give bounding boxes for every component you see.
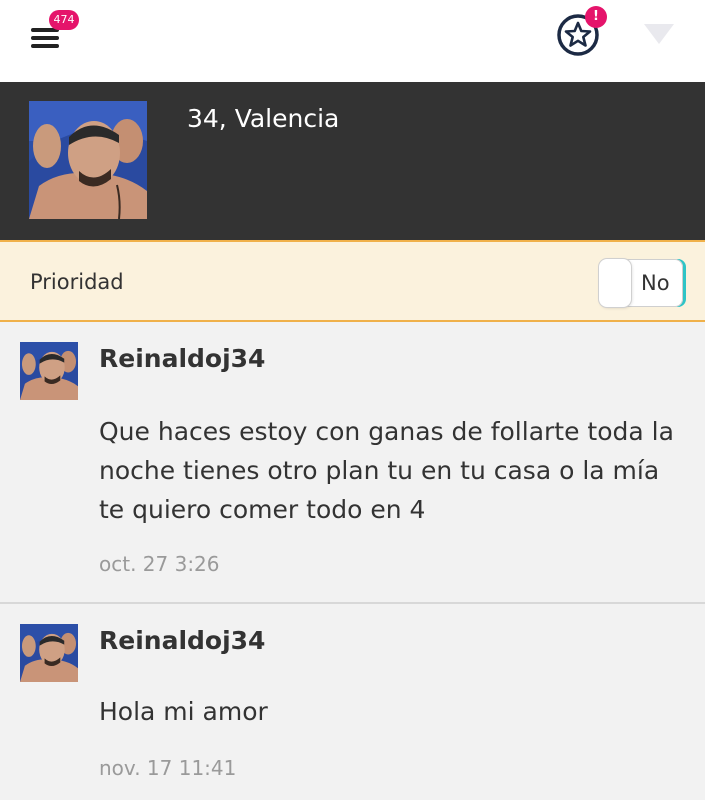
dropdown-button[interactable] xyxy=(640,20,680,50)
priority-label: Prioridad xyxy=(30,270,124,294)
menu-button[interactable]: 474 xyxy=(28,10,82,54)
message-item: Reinaldoj34 Que haces estoy con ganas de… xyxy=(0,322,705,602)
favorites-notification-badge: ! xyxy=(585,6,607,28)
hamburger-menu-icon-line xyxy=(31,36,59,40)
profile-photo-image xyxy=(29,101,147,219)
toggle-knob xyxy=(599,259,631,307)
profile-photo[interactable] xyxy=(29,101,147,219)
profile-header: 34, Valencia xyxy=(0,82,705,240)
priority-toggle[interactable]: No xyxy=(599,259,683,307)
hamburger-menu-icon-line xyxy=(31,44,59,48)
message-list: Reinaldoj34 Que haces estoy con ganas de… xyxy=(0,322,705,800)
menu-notification-badge: 474 xyxy=(49,10,79,30)
toggle-value: No xyxy=(641,271,670,295)
message-timestamp: oct. 27 3:26 xyxy=(99,552,220,576)
top-bar: 474 ! xyxy=(0,0,705,82)
message-timestamp: nov. 17 11:41 xyxy=(99,756,237,780)
favorites-button[interactable]: ! xyxy=(555,6,607,58)
message-author[interactable]: Reinaldoj34 xyxy=(99,344,265,373)
message-item: Reinaldoj34 Hola mi amor nov. 17 11:41 xyxy=(0,602,705,800)
profile-age-location: 34, Valencia xyxy=(187,104,340,133)
avatar[interactable] xyxy=(20,624,78,682)
avatar-image xyxy=(20,342,78,400)
avatar-image xyxy=(20,624,78,682)
avatar[interactable] xyxy=(20,342,78,400)
triangle-down-icon xyxy=(644,24,674,44)
message-author[interactable]: Reinaldoj34 xyxy=(99,626,265,655)
message-text: Hola mi amor xyxy=(99,697,268,726)
message-text: Que haces estoy con ganas de follarte to… xyxy=(99,417,674,524)
priority-bar: Prioridad No xyxy=(0,240,705,322)
